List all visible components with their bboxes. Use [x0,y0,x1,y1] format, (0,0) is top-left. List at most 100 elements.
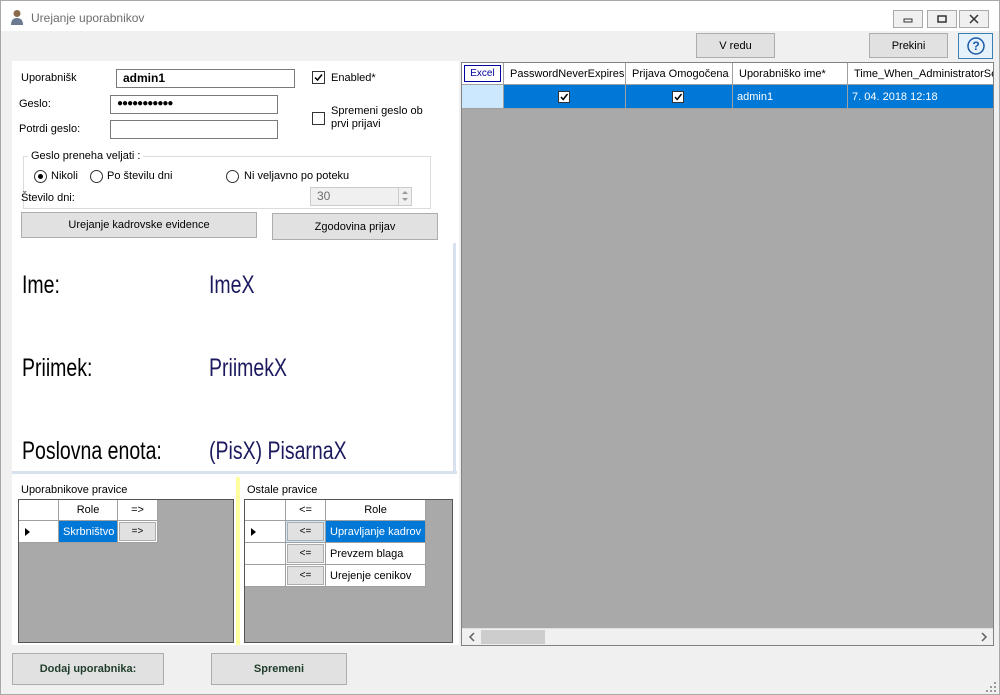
current-row-icon [251,527,256,536]
cancel-button[interactable]: Prekini [869,33,948,58]
row-header[interactable] [245,543,286,565]
unit-label: Poslovna enota: [22,437,162,465]
table-cell-never-expires[interactable] [504,85,626,109]
username-input[interactable]: admin1 [116,69,295,88]
table-cell-role[interactable]: Upravljanje kadrov [326,521,426,543]
restore-icon [937,15,947,23]
days-count-label: Število dni: [21,192,75,204]
spin-up-icon [402,191,408,194]
change-button[interactable]: Spremeni [211,653,347,685]
employee-info-area: Ime: ImeX Priimek: PriimekX Poslovna eno… [12,243,453,471]
days-count-value: 30 [317,189,331,203]
expiry-invalid-label: Ni veljavno po poteku [244,170,350,182]
close-button[interactable] [959,10,989,28]
other-rights-grid: <= Role <= Upravljanje kadrov <= Prevzem… [244,499,453,643]
unit-value: (PisX) PisarnaX [209,437,347,465]
help-icon: ? [966,37,985,55]
enabled-label: Enabled* [331,72,376,84]
excel-corner: Excel [462,63,504,85]
confirm-password-label: Potrdi geslo: [19,123,81,135]
table-cell-login-enabled[interactable] [626,85,733,109]
hr-records-button[interactable]: Urejanje kadrovske evidence [21,212,257,238]
add-user-button[interactable]: Dodaj uporabnika: [12,653,164,685]
move-left-button[interactable]: <= [287,566,324,585]
table-cell-action[interactable]: <= [286,521,326,543]
svg-text:?: ? [972,39,979,53]
login-history-button[interactable]: Zgodovina prijav [272,213,438,240]
table-cell-role[interactable]: Urejenje cenikov [326,565,426,587]
rights-splitter[interactable] [236,477,240,645]
minimize-button[interactable] [893,10,923,28]
column-header-action[interactable]: => [118,500,158,521]
password-input[interactable]: ●●●●●●●●●●● [110,95,278,114]
confirm-password-input[interactable] [110,120,278,139]
move-left-button[interactable]: <= [287,522,324,541]
table-cell-action[interactable]: <= [286,543,326,565]
info-scrollbar[interactable] [453,243,456,473]
column-header-action[interactable]: <= [286,500,326,521]
name-label: Ime: [22,271,60,299]
table-cell-username[interactable]: admin1 [733,85,848,109]
column-header-admin-time[interactable]: Time_When_AdministratorSe [848,63,993,85]
username-label: Uporabnišk [21,72,77,84]
scroll-left-icon [468,632,475,642]
table-cell-role[interactable]: Skrbništvo [59,521,118,543]
expiry-days-radio[interactable] [90,170,103,183]
expiry-days-label: Po številu dni [107,170,173,182]
change-password-checkbox[interactable] [312,112,325,125]
scroll-thumb[interactable] [481,630,545,644]
column-header-role[interactable]: Role [59,500,118,521]
users-grid: Excel PasswordNeverExpires Prijava Omogo… [461,62,994,646]
table-cell-action[interactable]: <= [286,565,326,587]
days-spinner[interactable] [398,188,411,205]
minimize-icon [903,18,913,23]
table-cell-role[interactable]: Prevzem blaga [326,543,426,565]
user-rights-grid: Role => Skrbništvo => [18,499,234,643]
surname-value: PriimekX [209,354,288,382]
column-header-never-expires[interactable]: PasswordNeverExpires [504,63,626,85]
other-rights-title: Ostale pravice [247,484,318,496]
row-header-corner [245,500,286,521]
expiry-group-label: Geslo preneha veljati : [28,150,144,162]
table-cell-action[interactable]: => [118,521,158,543]
table-cell-admin-time[interactable]: 7. 04. 2018 12:18 [848,85,993,109]
scroll-right-icon [981,632,988,642]
row-header[interactable] [245,521,286,543]
expiry-never-label: Nikoli [51,170,78,182]
expiry-invalid-radio[interactable] [226,170,239,183]
checkmark-icon [314,74,323,82]
horizontal-scrollbar[interactable] [462,628,993,645]
login-enabled-checkbox[interactable] [672,91,684,103]
password-label: Geslo: [19,98,51,110]
expiry-never-radio[interactable] [34,170,47,183]
column-header-role[interactable]: Role [326,500,426,521]
change-password-label-line2: prvi prijavi [331,118,381,130]
excel-export-button[interactable]: Excel [464,65,501,82]
resize-grip-icon[interactable] [985,681,997,693]
spin-down-icon [402,198,408,201]
current-row-icon [25,527,30,536]
help-button[interactable]: ? [958,33,993,59]
ok-button[interactable]: V redu [696,33,775,58]
change-password-label-line1: Spremeni geslo ob [331,105,423,117]
name-value: ImeX [209,271,255,299]
maximize-button[interactable] [927,10,957,28]
row-header[interactable] [462,85,504,109]
never-expires-checkbox[interactable] [558,91,570,103]
column-header-login-enabled[interactable]: Prijava Omogočena [626,63,733,85]
column-header-username[interactable]: Uporabniško ime* [733,63,848,85]
row-header[interactable] [19,521,59,543]
move-left-button[interactable]: <= [287,544,324,563]
splitter[interactable] [12,471,457,474]
title-bar: Urejanje uporabnikov [1,1,999,31]
user-icon [11,10,23,25]
move-right-button[interactable]: => [119,522,156,541]
surname-label: Priimek: [22,354,93,382]
row-header-corner [19,500,59,521]
window-title: Urejanje uporabnikov [31,11,145,25]
days-count-input[interactable]: 30 [310,187,412,206]
enabled-checkbox[interactable] [312,71,325,84]
main-window: Urejanje uporabnikov V redu Prekini ? Up… [0,0,1000,695]
row-header[interactable] [245,565,286,587]
checkmark-icon [560,93,569,101]
